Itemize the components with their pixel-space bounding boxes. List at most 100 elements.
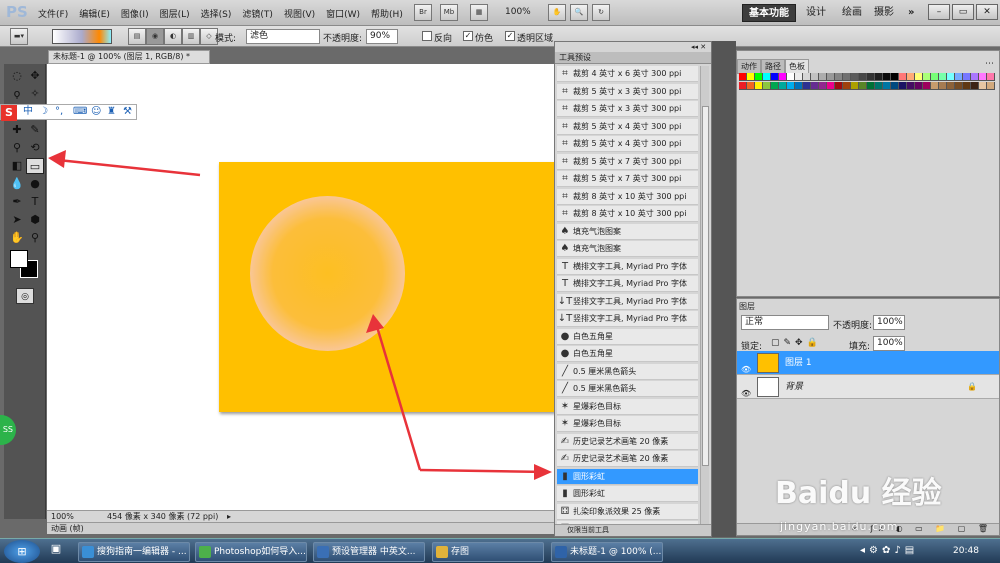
view-extras-icon[interactable]: ▦ (470, 4, 488, 21)
marquee-tool-icon[interactable]: ◌ (8, 68, 26, 84)
preset-item[interactable]: ✍ 历史记录艺术画笔 20 像素 (557, 451, 698, 467)
hand-tool-icon[interactable]: ✋ (8, 230, 26, 246)
ime-user-icon[interactable]: ☺ (91, 105, 101, 119)
color-swatch[interactable] (747, 82, 755, 90)
type-tool-icon[interactable]: T (26, 194, 44, 210)
status-menu-icon[interactable]: ▸ (227, 511, 231, 522)
preset-item[interactable]: ⌗ 裁剪 5 英寸 x 4 英寸 300 ppi (557, 136, 698, 152)
preset-item[interactable]: ♠ 填充气泡图案 (557, 241, 698, 257)
color-swatch[interactable] (883, 82, 891, 90)
color-swatch[interactable] (931, 73, 939, 81)
ime-wrench-icon[interactable]: ⚒ (123, 105, 132, 119)
color-swatch[interactable] (907, 73, 915, 81)
gradient-tool-icon[interactable]: ▭ (26, 158, 44, 174)
quick-mask-icon[interactable]: ◎ (16, 288, 34, 304)
preset-item[interactable]: ↓T竖排文字工具, Myriad Pro 字体 (557, 293, 698, 310)
zoom-select[interactable]: 100% (505, 7, 531, 17)
minimize-button[interactable]: – (928, 4, 950, 20)
angle-gradient-icon[interactable]: ◐ (164, 28, 182, 45)
color-swatch[interactable] (955, 73, 963, 81)
current-tool-only-label[interactable]: 仅限当前工具 (555, 524, 711, 536)
color-swatch[interactable] (963, 82, 971, 90)
gradient-tool-preset-icon[interactable]: ▬▾ (10, 28, 28, 45)
color-swatch[interactable] (931, 82, 939, 90)
maximize-button[interactable]: ▭ (952, 4, 974, 20)
color-swatch[interactable] (819, 82, 827, 90)
color-swatch[interactable] (875, 82, 883, 90)
tab-actions[interactable]: 动作 (737, 59, 761, 74)
eraser-tool-icon[interactable]: ◧ (8, 158, 26, 174)
color-swatch[interactable] (851, 82, 859, 90)
dither-checkbox[interactable]: ✓ (463, 31, 473, 41)
ime-moon-icon[interactable]: ☽ (39, 105, 48, 119)
show-desktop-icon[interactable]: ▣ (46, 542, 66, 562)
gradient-editor-swatch[interactable] (52, 29, 112, 44)
preset-item[interactable]: ⌗ 裁剪 4 英寸 x 6 英寸 300 ppi (557, 66, 698, 82)
dodge-tool-icon[interactable]: ● (26, 176, 44, 192)
color-swatch[interactable] (907, 82, 915, 90)
preset-item[interactable]: ✶ 星爆彩色目标 (557, 398, 698, 415)
zoom-tool-icon[interactable]: ⚲ (26, 230, 44, 246)
tool-presets-title[interactable]: 工具预设 (555, 52, 711, 64)
color-swatch[interactable] (979, 82, 987, 90)
color-swatch[interactable] (835, 82, 843, 90)
color-swatch[interactable] (939, 73, 947, 81)
color-swatch[interactable] (987, 73, 995, 81)
layers-title[interactable]: 图层 (739, 301, 755, 312)
color-swatch[interactable] (891, 82, 899, 90)
collapse-icon[interactable]: ◂◂ ✕ (691, 43, 706, 51)
preset-item[interactable]: ╱ 0.5 厘米黑色箭头 (557, 363, 698, 380)
preset-item[interactable]: ⌗ 裁剪 5 英寸 x 3 英寸 300 ppi (557, 101, 698, 117)
color-swatch[interactable] (843, 82, 851, 90)
color-swatch[interactable] (755, 73, 763, 81)
minibridge-button[interactable]: Mb (440, 4, 458, 21)
clone-stamp-tool-icon[interactable]: ⚲ (8, 140, 26, 156)
lasso-tool-icon[interactable]: ϙ (8, 86, 26, 102)
shape-tool-icon[interactable]: ⬢ (26, 212, 44, 228)
reflected-gradient-icon[interactable]: ▥ (182, 28, 200, 45)
opacity-input[interactable]: 90% (366, 29, 398, 44)
mode-select[interactable]: 滤色 (246, 29, 320, 44)
tab-paths[interactable]: 路径 (761, 59, 785, 74)
color-swatch[interactable] (923, 82, 931, 90)
linear-gradient-icon[interactable]: ▤ (128, 28, 146, 45)
preset-item[interactable]: ⌗ 裁剪 5 英寸 x 7 英寸 300 ppi (557, 171, 698, 187)
color-swatch[interactable] (899, 73, 907, 81)
menu-select[interactable]: 选择(S) (201, 7, 232, 20)
ime-mode[interactable]: 中 (23, 105, 33, 119)
color-swatch[interactable] (795, 82, 803, 90)
preset-item[interactable]: ⌗ 裁剪 5 英寸 x 4 英寸 300 ppi (557, 118, 698, 135)
ime-keyboard-icon[interactable]: ⌨ (73, 105, 87, 119)
menu-image[interactable]: 图像(I) (121, 7, 149, 20)
color-swatch[interactable] (771, 82, 779, 90)
color-swatch[interactable] (827, 73, 835, 81)
color-swatch[interactable] (811, 82, 819, 90)
workspace-paint[interactable]: 绘画 (836, 4, 868, 22)
workspace-basic[interactable]: 基本功能 (742, 4, 796, 22)
menu-layer[interactable]: 图层(L) (160, 7, 190, 20)
color-swatch[interactable] (915, 73, 923, 81)
ime-shirt-icon[interactable]: ♜ (107, 105, 116, 119)
animation-panel-tab[interactable]: 动画 (帧) (47, 522, 554, 534)
color-swatch[interactable] (955, 82, 963, 90)
menu-file[interactable]: 文件(F) (38, 7, 68, 20)
color-swatch[interactable] (915, 82, 923, 90)
preset-item[interactable]: ● 白色五角星 (557, 346, 698, 362)
color-swatch[interactable] (979, 73, 987, 81)
color-swatch[interactable] (771, 73, 779, 81)
color-swatch[interactable] (811, 73, 819, 81)
preset-item[interactable]: ⌗ 裁剪 5 英寸 x 7 英寸 300 ppi (557, 153, 698, 170)
preset-item[interactable]: ⌗ 裁剪 8 英寸 x 10 英寸 300 ppi (557, 206, 698, 222)
preset-item[interactable]: ● 白色五角星 (557, 328, 698, 345)
color-swatch[interactable] (851, 73, 859, 81)
menu-edit[interactable]: 编辑(E) (79, 7, 110, 20)
color-swatch[interactable] (787, 73, 795, 81)
document-tab[interactable]: 未标题-1 @ 100% (图层 1, RGB/8) * (48, 50, 210, 64)
color-swatch[interactable] (971, 82, 979, 90)
bridge-button[interactable]: Br (414, 4, 432, 21)
magic-wand-tool-icon[interactable]: ✧ (26, 86, 44, 102)
color-swatch[interactable] (803, 73, 811, 81)
color-swatch[interactable] (859, 82, 867, 90)
color-swatch[interactable] (787, 82, 795, 90)
preset-item[interactable]: ╱ 0.5 厘米黑色箭头 (557, 381, 698, 397)
